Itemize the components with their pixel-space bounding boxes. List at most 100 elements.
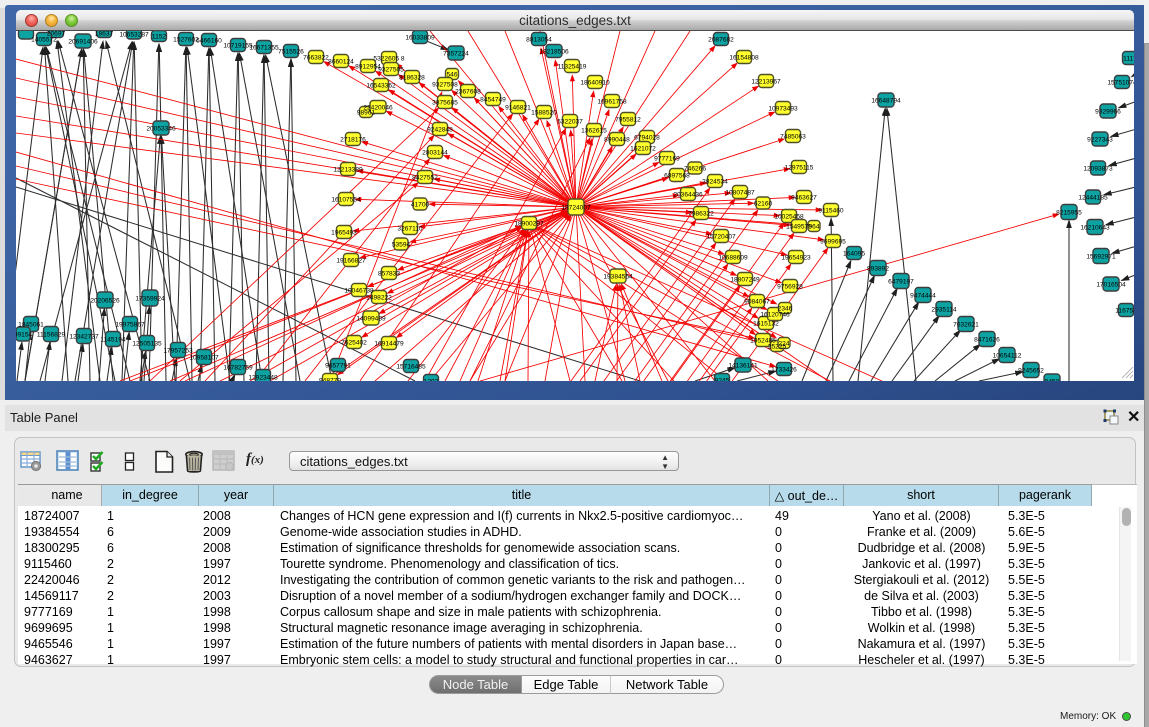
svg-text:10046738: 10046738 bbox=[344, 287, 374, 294]
svg-text:9327505: 9327505 bbox=[378, 66, 404, 73]
svg-text:20691406: 20691406 bbox=[68, 38, 98, 45]
svg-text:9777169: 9777169 bbox=[654, 155, 680, 162]
svg-text:2087682: 2087682 bbox=[708, 36, 734, 43]
svg-text:12213389: 12213389 bbox=[333, 166, 363, 173]
svg-text:164095: 164095 bbox=[843, 250, 865, 257]
svg-text:1615132: 1615132 bbox=[753, 320, 779, 327]
svg-text:224: 224 bbox=[778, 340, 789, 347]
svg-text:2803144: 2803144 bbox=[422, 149, 448, 156]
svg-text:9115460: 9115460 bbox=[818, 207, 844, 214]
svg-text:116753: 116753 bbox=[1115, 307, 1134, 314]
svg-text:9699695: 9699695 bbox=[820, 238, 846, 245]
svg-text:19384554: 19384554 bbox=[603, 273, 633, 280]
svg-text:1845061: 1845061 bbox=[18, 321, 44, 328]
svg-text:9146821: 9146821 bbox=[505, 104, 531, 111]
svg-text:3875685: 3875685 bbox=[432, 99, 458, 106]
svg-text:1621072: 1621072 bbox=[630, 145, 656, 152]
svg-text:8427552: 8427552 bbox=[412, 174, 438, 181]
svg-text:948779: 948779 bbox=[319, 377, 341, 381]
svg-text:12923448: 12923448 bbox=[248, 374, 278, 381]
svg-text:2935114: 2935114 bbox=[931, 306, 957, 313]
svg-text:2367608: 2367608 bbox=[455, 88, 481, 95]
svg-text:9242848: 9242848 bbox=[427, 126, 453, 133]
svg-text:10973493: 10973493 bbox=[768, 105, 798, 112]
svg-text:16782759: 16782759 bbox=[223, 364, 253, 371]
svg-text:964: 964 bbox=[808, 223, 819, 230]
svg-text:893892: 893892 bbox=[867, 265, 889, 272]
svg-text:18640910: 18640910 bbox=[580, 79, 610, 86]
svg-text:8215955: 8215955 bbox=[1056, 209, 1082, 216]
svg-text:1145194: 1145194 bbox=[100, 336, 126, 343]
svg-text:2718176: 2718176 bbox=[340, 136, 366, 143]
svg-text:16671355: 16671355 bbox=[249, 44, 279, 51]
svg-text:1965493: 1965493 bbox=[331, 229, 357, 236]
svg-text:19975867: 19975867 bbox=[115, 321, 145, 328]
svg-text:19218506: 19218506 bbox=[539, 48, 569, 55]
svg-text:17359924: 17359924 bbox=[135, 295, 165, 302]
svg-text:9084067: 9084067 bbox=[744, 298, 770, 305]
svg-text:62160: 62160 bbox=[754, 200, 773, 207]
svg-text:20053346: 20053346 bbox=[146, 125, 176, 132]
svg-text:16154808: 16154808 bbox=[729, 54, 759, 61]
svg-text:15751074: 15751074 bbox=[1107, 79, 1134, 86]
svg-text:16648794: 16648794 bbox=[871, 97, 901, 104]
svg-text:6466160: 6466160 bbox=[196, 37, 222, 44]
svg-text:8454749: 8454749 bbox=[480, 96, 506, 103]
svg-text:39154: 39154 bbox=[16, 331, 32, 338]
svg-text:20206526: 20206526 bbox=[90, 297, 120, 304]
svg-text:10807487: 10807487 bbox=[725, 189, 755, 196]
svg-text:9756928: 9756928 bbox=[777, 283, 803, 290]
svg-text:9657791: 9657791 bbox=[325, 362, 351, 369]
svg-text:8990448: 8990448 bbox=[604, 136, 630, 143]
svg-text:10654112: 10654112 bbox=[993, 352, 1022, 359]
svg-text:53594: 53594 bbox=[392, 241, 411, 248]
svg-text:12444185: 12444185 bbox=[1078, 194, 1108, 201]
svg-text:7515526: 7515526 bbox=[278, 48, 304, 55]
svg-text:18724007: 18724007 bbox=[561, 204, 591, 211]
svg-text:19654923: 19654923 bbox=[781, 254, 811, 261]
svg-text:857833: 857833 bbox=[378, 270, 400, 277]
svg-text:1292: 1292 bbox=[424, 378, 439, 381]
svg-text:9463627: 9463627 bbox=[791, 194, 817, 201]
svg-text:6479197: 6479197 bbox=[888, 278, 914, 285]
svg-text:15692971: 15692971 bbox=[1086, 253, 1116, 260]
svg-text:1362615: 1362615 bbox=[581, 127, 607, 134]
svg-text:1405572: 1405572 bbox=[31, 36, 57, 43]
svg-text:12213967: 12213967 bbox=[751, 78, 781, 85]
svg-text:10688609: 10688609 bbox=[718, 254, 748, 261]
svg-text:746266: 746266 bbox=[684, 165, 706, 172]
svg-text:3267110: 3267110 bbox=[397, 225, 423, 232]
svg-text:7357224: 7357224 bbox=[443, 50, 469, 57]
svg-text:15720407: 15720407 bbox=[706, 233, 736, 240]
svg-text:18900297: 18900297 bbox=[514, 220, 544, 227]
svg-text:2346: 2346 bbox=[778, 305, 793, 312]
svg-text:15716485: 15716485 bbox=[396, 363, 426, 370]
svg-text:1117: 1117 bbox=[1123, 55, 1134, 62]
svg-text:9245652: 9245652 bbox=[1018, 367, 1044, 374]
svg-text:17957253: 17957253 bbox=[163, 347, 193, 354]
svg-text:7663822: 7663822 bbox=[303, 54, 329, 61]
svg-text:16210643: 16210643 bbox=[1080, 224, 1110, 231]
svg-text:19166827: 19166827 bbox=[336, 257, 366, 264]
svg-text:9227343: 9227343 bbox=[1087, 136, 1113, 143]
svg-text:7632621: 7632621 bbox=[953, 321, 979, 328]
svg-text:8471626: 8471626 bbox=[974, 336, 1000, 343]
svg-text:10653287: 10653287 bbox=[119, 31, 149, 38]
svg-text:14099489: 14099489 bbox=[356, 315, 386, 322]
svg-text:8813054: 8813054 bbox=[526, 36, 552, 43]
svg-text:22420046: 22420046 bbox=[363, 104, 393, 111]
svg-text:12093873: 12093873 bbox=[1083, 165, 1113, 172]
svg-text:14136141: 14136141 bbox=[728, 362, 758, 369]
svg-text:7986322: 7986322 bbox=[688, 210, 714, 217]
svg-text:7485063: 7485063 bbox=[780, 133, 806, 140]
svg-text:1152: 1152 bbox=[152, 33, 167, 40]
svg-text:1733426: 1733426 bbox=[771, 366, 797, 373]
svg-text:10025458: 10025458 bbox=[774, 213, 804, 220]
svg-text:9327508: 9327508 bbox=[432, 81, 458, 88]
svg-text:10958107: 10958107 bbox=[189, 354, 219, 361]
svg-text:20364436: 20364436 bbox=[673, 191, 703, 198]
svg-text:16120746: 16120746 bbox=[760, 311, 790, 318]
svg-text:5322037: 5322037 bbox=[557, 118, 583, 125]
svg-text:12975115: 12975115 bbox=[785, 164, 814, 171]
svg-text:12505135: 12505135 bbox=[132, 340, 162, 347]
